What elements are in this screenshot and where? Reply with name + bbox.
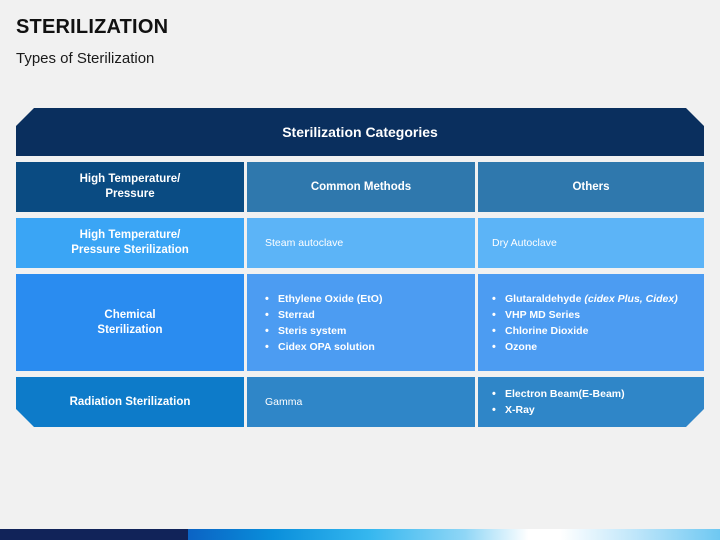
- column-header-label: Others: [572, 180, 610, 193]
- list-item: Ethylene Oxide (EtO): [265, 291, 475, 307]
- bullet-list: Electron Beam(E-Beam) X-Ray: [492, 386, 704, 418]
- row-label-line-1: High Temperature/: [79, 229, 181, 241]
- list-item: Sterrad: [265, 307, 475, 323]
- page-title: STERILIZATION: [16, 16, 169, 38]
- cell-others: Electron Beam(E-Beam) X-Ray: [478, 377, 704, 427]
- list-item-label: Electron Beam(E-Beam): [505, 388, 625, 400]
- list-item: VHP MD Series: [492, 307, 704, 323]
- sterilization-categories-diagram: Sterilization Categories High Temperatur…: [16, 108, 704, 427]
- bottom-bar-navy-segment: [0, 529, 188, 540]
- list-item-label: Ozone: [505, 340, 538, 353]
- list-item-label: Steris system: [278, 324, 347, 337]
- list-item-label: Sterrad: [278, 308, 315, 321]
- row-label-radiation-sterilization: Radiation Sterilization: [16, 377, 244, 427]
- list-item-label: VHP MD Series: [505, 308, 581, 321]
- cell-others: Glutaraldehyde (cidex Plus, Cidex)VHP MD…: [478, 274, 704, 371]
- cell-common-methods: Ethylene Oxide (EtO) Sterrad Steris system…: [247, 274, 475, 371]
- cell-others: Dry Autoclave: [478, 218, 704, 268]
- column-header-line-2: Pressure: [105, 188, 155, 200]
- diagram-banner-label: Sterilization Categories: [282, 124, 438, 140]
- list-item: Ozone: [492, 339, 704, 355]
- table-row: Chemical Sterilization Ethylene Oxide (E…: [16, 274, 704, 371]
- bullet-list: Ethylene Oxide (EtO) Sterrad Steris system…: [265, 291, 475, 355]
- cell-common-methods: Gamma: [247, 377, 475, 427]
- list-item-label: Chlorine Dioxide: [505, 324, 589, 337]
- column-header-line-1: High Temperature/: [79, 173, 181, 185]
- cell-text: Gamma: [265, 395, 303, 408]
- row-label-chemical-sterilization: Chemical Sterilization: [16, 274, 244, 371]
- page-subtitle: Types of Sterilization: [16, 50, 155, 67]
- list-item: Glutaraldehyde (cidex Plus, Cidex): [492, 291, 704, 307]
- table-row: High Temperature/ Pressure Sterilization…: [16, 218, 704, 268]
- list-item-label: Ethylene Oxide (EtO): [278, 292, 383, 305]
- list-item: Electron Beam(E-Beam): [492, 386, 704, 402]
- column-header-high-temperature-pressure: High Temperature/ Pressure: [16, 162, 244, 212]
- slide-title-block: STERILIZATION Types of Sterilization: [16, 14, 616, 70]
- column-header-common-methods: Common Methods: [247, 162, 475, 212]
- list-item: Chlorine Dioxide: [492, 323, 704, 339]
- row-label-line-1: Radiation Sterilization: [69, 395, 191, 408]
- bottom-bar-gradient-segment: [188, 529, 720, 540]
- table-header-row: High Temperature/ Pressure Common Method…: [16, 162, 704, 212]
- diagram-banner: Sterilization Categories: [16, 108, 704, 156]
- list-item: X-Ray: [492, 402, 704, 418]
- cell-text: Dry Autoclave: [492, 236, 557, 249]
- list-item-label: Glutaraldehyde: [505, 292, 585, 305]
- cell-text: Steam autoclave: [265, 236, 344, 249]
- column-header-label: Common Methods: [310, 180, 412, 193]
- row-label-line-2: Sterilization: [97, 323, 163, 336]
- bottom-decoration-bar: [0, 529, 720, 540]
- row-label-line-1: Chemical: [104, 308, 156, 321]
- list-item-label: Cidex OPA solution: [278, 340, 375, 353]
- cell-common-methods: Steam autoclave: [247, 218, 475, 268]
- list-item: Steris system: [265, 323, 475, 339]
- row-label-high-temperature-pressure-sterilization: High Temperature/ Pressure Sterilization: [16, 218, 244, 268]
- row-label-line-2: Pressure Sterilization: [71, 244, 189, 256]
- list-item-label: X-Ray: [505, 404, 535, 416]
- list-item: Cidex OPA solution: [265, 339, 475, 355]
- table-row: Radiation Sterilization Gamma Electron B…: [16, 377, 704, 427]
- bullet-list: Glutaraldehyde (cidex Plus, Cidex)VHP MD…: [492, 291, 704, 355]
- list-item-note: (cidex Plus, Cidex): [584, 292, 678, 305]
- column-header-others: Others: [478, 162, 704, 212]
